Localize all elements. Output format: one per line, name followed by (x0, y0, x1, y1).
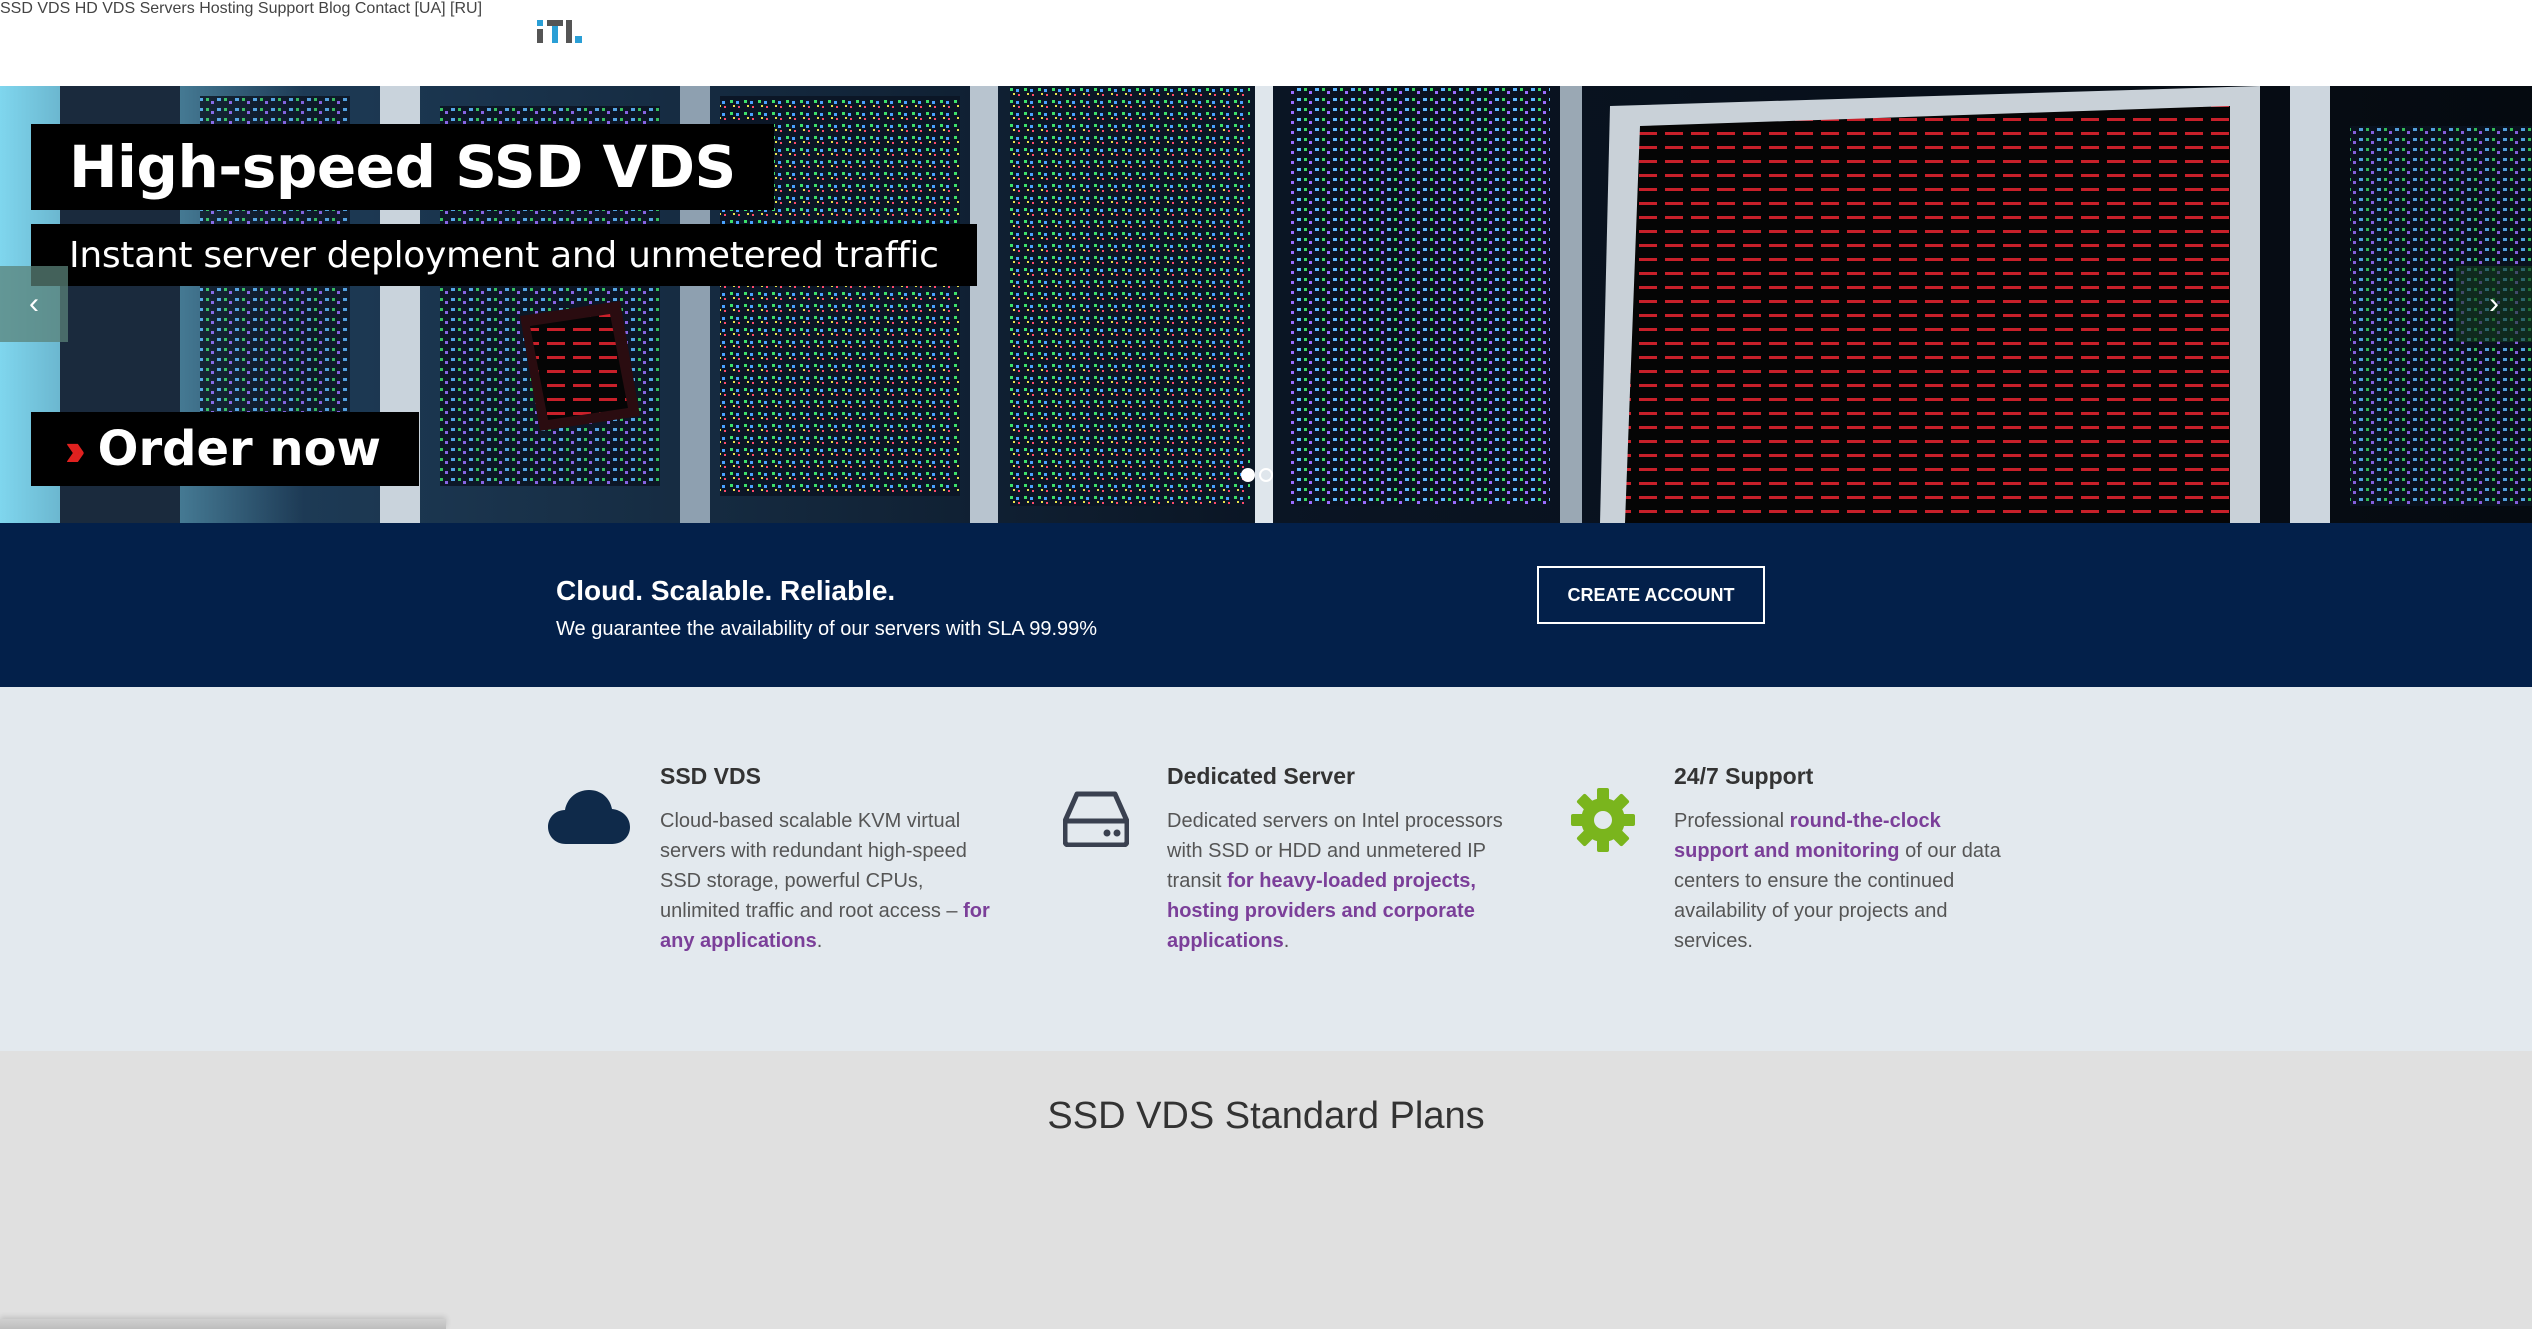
feature-text-end: . (816, 930, 823, 952)
hero-slider: High-speed SSD VDS Instant server deploy… (0, 86, 2532, 523)
nav-hd-vds[interactable]: HD VDS (75, 0, 135, 17)
banner-title: Cloud. Scalable. Reliable. (556, 575, 896, 606)
bottom-scroll-shadow (0, 1319, 446, 1329)
feature-support: 24/7 Support Professional round-the-cloc… (1674, 763, 2014, 956)
feature-text-plain: Cloud-based scalable KVM virtual servers… (660, 810, 967, 922)
slider-next-button[interactable]: › (2456, 266, 2532, 342)
nav-ssd-vds[interactable]: SSD VDS (0, 0, 70, 17)
feature-title: Dedicated Server (1167, 763, 1355, 789)
feature-dedicated-server: Dedicated Server Dedicated servers on In… (1167, 763, 1507, 956)
chevron-left-icon: ‹ (29, 287, 39, 320)
feature-title: 24/7 Support (1674, 763, 1814, 789)
plans-title: SSD VDS Standard Plans (1047, 1095, 1485, 1137)
hero-subtitle-box: Instant server deployment and unmetered … (31, 224, 977, 286)
nav-lang-ru[interactable]: [RU] (450, 0, 482, 17)
order-now-label: Order now (97, 421, 381, 477)
slider-dot-1[interactable] (1241, 468, 1255, 482)
plans-section: SSD VDS Standard Plans (0, 1051, 2532, 1329)
feature-text-end: . (1283, 930, 1290, 952)
slider-pagination (1241, 468, 1273, 482)
cloud-icon (548, 784, 630, 851)
chevron-right-icon: › (2489, 287, 2499, 320)
hero-subtitle: Instant server deployment and unmetered … (69, 234, 939, 276)
nav-contact[interactable]: Contact (355, 0, 410, 17)
double-chevron-right-icon: ›› (65, 423, 85, 475)
gear-icon (1570, 787, 1636, 858)
feature-ssd-vds: SSD VDS Cloud-based scalable KVM virtual… (660, 763, 1000, 956)
feature-title: SSD VDS (660, 763, 761, 789)
slider-dot-2[interactable] (1259, 468, 1273, 482)
cta-banner: Cloud. Scalable. Reliable. We guarantee … (0, 523, 2532, 687)
order-now-button[interactable]: ›› Order now (31, 412, 419, 486)
hero-title-box: High-speed SSD VDS (31, 124, 774, 210)
hero-title: High-speed SSD VDS (69, 133, 736, 201)
nav-hosting[interactable]: Hosting (199, 0, 253, 17)
nav-blog[interactable]: Blog (318, 0, 350, 17)
features-section: SSD VDS Cloud-based scalable KVM virtual… (0, 687, 2532, 1051)
banner-text: We guarantee the availability of our ser… (556, 618, 1098, 640)
feature-text: Professional round-the-clock support and… (1674, 806, 2014, 956)
feature-text-start: Professional (1674, 810, 1790, 832)
nav-servers[interactable]: Servers (140, 0, 195, 17)
nav-lang-ua[interactable]: [UA] (414, 0, 445, 17)
create-account-button[interactable]: CREATE ACCOUNT (1537, 566, 1765, 624)
nav-support[interactable]: Support (258, 0, 314, 17)
hard-drive-icon (1062, 791, 1130, 852)
site-logo[interactable] (535, 16, 587, 50)
feature-text: Cloud-based scalable KVM virtual servers… (660, 806, 1000, 956)
site-header: SSD VDS HD VDS Servers Hosting Support B… (0, 0, 2532, 86)
slider-prev-button[interactable]: ‹ (0, 266, 68, 342)
feature-text: Dedicated servers on Intel processors wi… (1167, 806, 1507, 956)
